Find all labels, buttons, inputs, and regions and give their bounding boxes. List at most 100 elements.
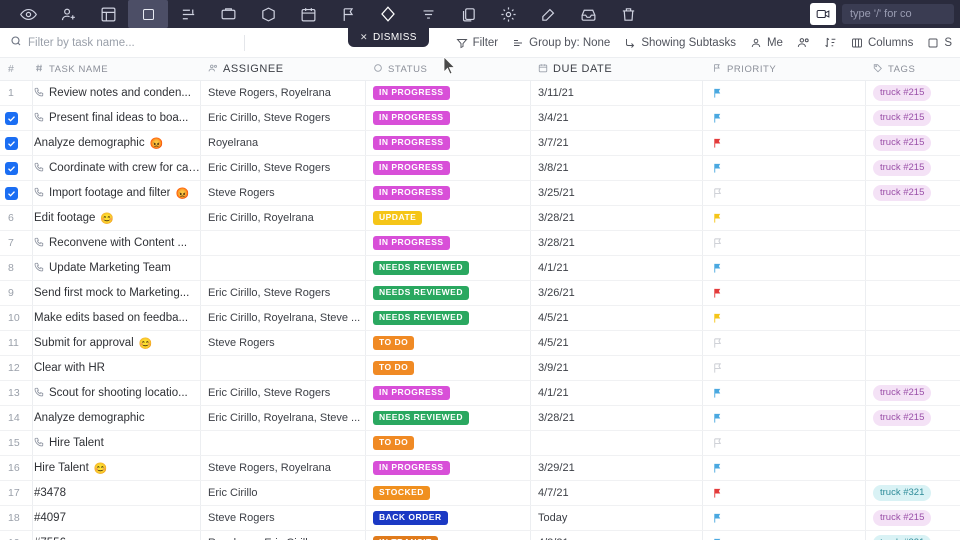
checkbox-checked-icon[interactable] <box>5 136 18 150</box>
checkbox-checked-icon[interactable] <box>5 111 18 125</box>
due-date-cell[interactable]: 3/26/21 <box>530 287 702 299</box>
tags-cell[interactable]: truck #321 <box>865 485 960 501</box>
status-cell[interactable]: NEEDS REVIEWED <box>365 261 530 275</box>
due-date-cell[interactable]: 3/4/21 <box>530 112 702 124</box>
filter-button[interactable]: Filter <box>456 37 498 49</box>
table-row[interactable]: 9 Send first mock to Marketing... Eric Cir… <box>0 281 960 306</box>
task-name-cell[interactable]: #4097 <box>32 512 200 524</box>
status-cell[interactable]: IN PROGRESS <box>365 461 530 475</box>
task-name-cell[interactable]: Hire Talent 😊 <box>32 462 200 475</box>
assignee-cell[interactable]: Eric Cirillo, Royelrana <box>200 212 365 224</box>
assignee-cell[interactable]: Eric Cirillo, Royelrana, Steve ... <box>200 412 365 424</box>
status-cell[interactable]: TO DO <box>365 436 530 450</box>
row-checkbox[interactable] <box>0 161 32 175</box>
share-icon[interactable] <box>208 0 248 28</box>
priority-flag-cell[interactable] <box>702 212 865 224</box>
status-cell[interactable]: TO DO <box>365 336 530 350</box>
task-name-cell[interactable]: Send first mock to Marketing... <box>32 287 200 299</box>
task-name-cell[interactable]: Clear with HR <box>32 362 200 374</box>
due-date-cell[interactable]: 3/28/21 <box>530 412 702 424</box>
due-date-cell[interactable]: 3/28/21 <box>530 237 702 249</box>
column-header-priority[interactable]: PRIORITY <box>702 63 865 76</box>
tag-icon[interactable] <box>368 0 408 28</box>
add-person-icon[interactable] <box>48 0 88 28</box>
due-date-cell[interactable]: 4/1/21 <box>530 387 702 399</box>
assignees-icon[interactable] <box>797 36 810 49</box>
column-header-due[interactable]: DUE DATE <box>530 63 702 76</box>
priority-flag-cell[interactable] <box>702 362 865 374</box>
priority-flag-cell[interactable] <box>702 312 865 324</box>
tags-cell[interactable]: truck #215 <box>865 85 960 101</box>
eye-icon[interactable] <box>8 0 48 28</box>
table-row[interactable]: 15 Hire Talent TO DO <box>0 431 960 456</box>
task-name-cell[interactable]: Submit for approval 😊 <box>32 337 200 350</box>
due-date-cell[interactable]: 3/9/21 <box>530 362 702 374</box>
table-row[interactable]: 8 Update Marketing Team NEEDS REVIEWED 4/1/… <box>0 256 960 281</box>
priority-flag-cell[interactable] <box>702 187 865 199</box>
task-name-cell[interactable]: Edit footage 😊 <box>32 212 200 225</box>
assignee-cell[interactable]: Eric Cirillo <box>200 487 365 499</box>
table-row[interactable]: Analyze demographic 😡 Royelrana IN PROGRESS… <box>0 131 960 156</box>
assignee-cell[interactable]: Steve Rogers <box>200 187 365 199</box>
column-header-assignee[interactable]: ASSIGNEE <box>200 63 365 76</box>
settings-icon[interactable] <box>488 0 528 28</box>
task-name-cell[interactable]: Analyze demographic <box>32 412 200 424</box>
assignee-cell[interactable]: Steve Rogers <box>200 512 365 524</box>
tags-cell[interactable]: truck #215 <box>865 110 960 126</box>
assignee-cell[interactable]: Eric Cirillo, Steve Rogers <box>200 162 365 174</box>
table-row[interactable]: 6 Edit footage 😊 Eric Cirillo, Royelrana UPD… <box>0 206 960 231</box>
table-row[interactable]: 11 Submit for approval 😊 Steve Rogers TO DO 4… <box>0 331 960 356</box>
priority-flag-cell[interactable] <box>702 512 865 524</box>
priority-flag-cell[interactable] <box>702 162 865 174</box>
task-name-cell[interactable]: Coordinate with crew for cat... <box>32 162 200 175</box>
column-header-status[interactable]: STATUS <box>365 63 530 76</box>
tags-cell[interactable]: truck #321 <box>865 535 960 540</box>
command-search-input[interactable]: type '/' for co <box>842 4 954 24</box>
table-row[interactable]: 13 Scout for shooting locatio... Eric Ciri… <box>0 381 960 406</box>
task-name-cell[interactable]: Update Marketing Team <box>32 262 200 275</box>
table-row[interactable]: 19#7556Royelrana, Eric CirilloIN TRANSIT… <box>0 531 960 540</box>
due-date-cell[interactable]: 4/5/21 <box>530 312 702 324</box>
table-row[interactable]: Coordinate with crew for cat... Eric Ciri… <box>0 156 960 181</box>
checkbox-checked-icon[interactable] <box>5 186 18 200</box>
status-cell[interactable]: IN PROGRESS <box>365 111 530 125</box>
close-icon[interactable]: ✕ <box>360 33 368 42</box>
tags-cell[interactable]: truck #215 <box>865 385 960 401</box>
priority-flag-cell[interactable] <box>702 112 865 124</box>
flag-icon[interactable] <box>328 0 368 28</box>
table-row[interactable]: 17 #3478 Eric Cirillo STOCKED 4/7/21 truck #3… <box>0 481 960 506</box>
status-cell[interactable]: TO DO <box>365 361 530 375</box>
task-search[interactable]: Filter by task name... <box>0 35 240 50</box>
priority-flag-cell[interactable] <box>702 87 865 99</box>
priority-flag-cell[interactable] <box>702 487 865 499</box>
due-date-cell[interactable]: Today <box>530 512 702 524</box>
showing-subtasks-button[interactable]: Showing Subtasks <box>624 37 736 49</box>
assignee-cell[interactable]: Eric Cirillo, Royelrana, Steve ... <box>200 312 365 324</box>
row-checkbox[interactable] <box>0 111 32 125</box>
status-cell[interactable]: STOCKED <box>365 486 530 500</box>
tags-cell[interactable]: truck #215 <box>865 185 960 201</box>
status-cell[interactable]: IN TRANSIT <box>365 536 530 540</box>
task-name-cell[interactable]: Import footage and filter 😡 <box>32 187 200 200</box>
calendar-icon[interactable] <box>288 0 328 28</box>
task-name-cell[interactable]: Hire Talent <box>32 437 200 450</box>
row-checkbox[interactable] <box>0 186 32 200</box>
blank-active-icon[interactable] <box>128 0 168 28</box>
status-cell[interactable]: NEEDS REVIEWED <box>365 311 530 325</box>
status-cell[interactable]: IN PROGRESS <box>365 186 530 200</box>
priority-flag-cell[interactable] <box>702 287 865 299</box>
table-row[interactable]: 7 Reconvene with Content ... IN PROGRESS 3/… <box>0 231 960 256</box>
due-date-cell[interactable]: 3/25/21 <box>530 187 702 199</box>
task-name-cell[interactable]: Present final ideas to boa... <box>32 112 200 125</box>
priority-flag-cell[interactable] <box>702 262 865 274</box>
status-cell[interactable]: NEEDS REVIEWED <box>365 411 530 425</box>
columns-button[interactable]: Columns <box>851 37 913 49</box>
status-cell[interactable]: IN PROGRESS <box>365 161 530 175</box>
status-cell[interactable]: IN PROGRESS <box>365 236 530 250</box>
assignee-cell[interactable]: Royelrana <box>200 137 365 149</box>
edit-icon[interactable] <box>528 0 568 28</box>
column-header-name[interactable]: TASK NAME <box>32 63 200 76</box>
due-date-cell[interactable]: 4/1/21 <box>530 262 702 274</box>
assignee-cell[interactable]: Eric Cirillo, Steve Rogers <box>200 112 365 124</box>
tags-cell[interactable]: truck #215 <box>865 410 960 426</box>
